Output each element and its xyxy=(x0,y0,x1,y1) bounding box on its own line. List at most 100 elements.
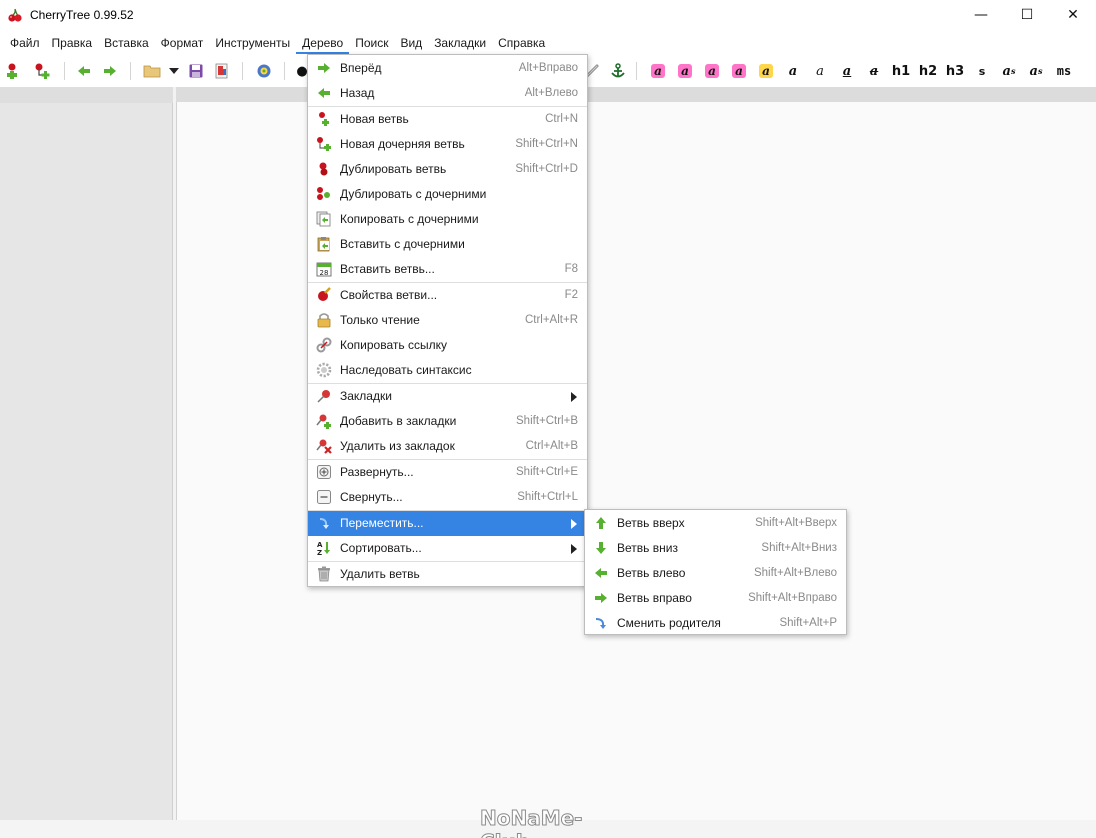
submenu-item-move-right[interactable]: Ветвь вправо Shift+Alt+Вправо xyxy=(585,586,846,611)
node-properties-icon xyxy=(316,287,332,303)
menu-item-shortcut: Alt+Влево xyxy=(524,87,578,99)
menu-item-back[interactable]: Назад Alt+Влево xyxy=(308,81,587,106)
minimize-button[interactable]: — xyxy=(958,0,1004,30)
text-color-button[interactable]: a xyxy=(646,59,670,83)
menu-item-copy-link[interactable]: Копировать ссылку xyxy=(308,333,587,358)
menu-bookmarks[interactable]: Закладки xyxy=(428,32,492,54)
menu-item-expand[interactable]: Развернуть... Shift+Ctrl+E xyxy=(308,460,587,485)
italic-button[interactable]: a xyxy=(808,59,832,83)
arrow-left-icon xyxy=(316,85,332,101)
add-child-node-button[interactable] xyxy=(30,59,54,83)
search-button[interactable] xyxy=(252,59,276,83)
open-file-button[interactable] xyxy=(140,59,164,83)
menu-item-label: Новая дочерняя ветвь xyxy=(340,137,465,151)
menu-item-paste-subtree[interactable]: Вставить с дочерними xyxy=(308,232,587,257)
export-pdf-button[interactable] xyxy=(210,59,234,83)
strikethrough-button[interactable]: a xyxy=(862,59,886,83)
menu-item-shortcut: Shift+Ctrl+D xyxy=(515,163,578,175)
yellow-highlight-button[interactable]: a xyxy=(754,59,778,83)
menu-item-shortcut: F8 xyxy=(564,263,578,275)
duplicate-subtree-icon xyxy=(316,186,332,202)
search-icon xyxy=(257,64,271,78)
menu-item-copy-subtree[interactable]: Копировать с дочерними xyxy=(308,207,587,232)
menu-help[interactable]: Справка xyxy=(492,32,551,54)
close-button[interactable]: ✕ xyxy=(1050,0,1096,30)
sort-az-icon: AZ xyxy=(316,540,332,556)
background-color-button[interactable]: a xyxy=(673,59,697,83)
bookmark-remove-icon xyxy=(316,438,332,454)
heading2-button[interactable]: h2 xyxy=(916,59,940,83)
superscript-label: a xyxy=(1002,63,1011,79)
insert-anchor-button[interactable] xyxy=(606,59,630,83)
menu-item-label: Ветвь вверх xyxy=(617,516,685,530)
menu-tree[interactable]: Дерево xyxy=(296,32,350,54)
bookmark-add-icon xyxy=(316,413,332,429)
move-icon xyxy=(316,515,332,531)
small-color-button[interactable]: a xyxy=(727,59,751,83)
new-child-node-icon xyxy=(316,136,332,152)
menu-item-label: Дублировать ветвь xyxy=(340,162,447,176)
clear-format-icon: a xyxy=(705,64,719,78)
menu-item-label: Ветвь вправо xyxy=(617,591,692,605)
heading3-button[interactable]: h3 xyxy=(943,59,967,83)
menu-item-label: Только чтение xyxy=(340,313,420,327)
remove-formatting-button[interactable]: a xyxy=(700,59,724,83)
arrow-down-icon xyxy=(593,540,609,556)
menu-item-delete-node[interactable]: Удалить ветвь xyxy=(308,562,587,587)
menu-item-inherit-syntax[interactable]: Наследовать синтаксис xyxy=(308,358,587,383)
monospace-button[interactable]: ms xyxy=(1051,59,1077,83)
superscript-button[interactable]: as xyxy=(997,59,1021,83)
submenu-item-move-left[interactable]: Ветвь влево Shift+Alt+Влево xyxy=(585,561,846,586)
copy-subtree-icon xyxy=(316,211,332,227)
menu-item-shortcut: Shift+Alt+Влево xyxy=(753,567,837,579)
menu-search[interactable]: Поиск xyxy=(349,32,394,54)
menu-view[interactable]: Вид xyxy=(394,32,428,54)
menu-item-shortcut: Shift+Alt+Вверх xyxy=(755,517,837,529)
menu-item-shortcut: Shift+Ctrl+B xyxy=(516,415,578,427)
expand-icon xyxy=(316,464,332,480)
add-node-button[interactable] xyxy=(0,59,24,83)
heading1-button[interactable]: h1 xyxy=(889,59,913,83)
menu-item-new-node[interactable]: Новая ветвь Ctrl+N xyxy=(308,107,587,132)
italic-icon: a xyxy=(816,63,824,79)
menu-insert[interactable]: Вставка xyxy=(98,32,155,54)
go-back-button[interactable] xyxy=(72,59,96,83)
arrow-right-icon xyxy=(104,66,116,76)
underline-button[interactable]: a xyxy=(835,59,859,83)
menu-item-read-only[interactable]: Только чтение Ctrl+Alt+R xyxy=(308,308,587,333)
menu-item-new-child-node[interactable]: Новая дочерняя ветвь Shift+Ctrl+N xyxy=(308,132,587,157)
submenu-item-change-parent[interactable]: Сменить родителя Shift+Alt+P xyxy=(585,611,846,636)
menu-item-label: Удалить ветвь xyxy=(340,567,420,581)
menu-item-collapse[interactable]: Свернуть... Shift+Ctrl+L xyxy=(308,485,587,510)
submenu-item-move-down[interactable]: Ветвь вниз Shift+Alt+Вниз xyxy=(585,536,846,561)
menu-item-duplicate-node[interactable]: Дублировать ветвь Shift+Ctrl+D xyxy=(308,157,587,182)
bold-button[interactable]: a xyxy=(781,59,805,83)
menu-edit[interactable]: Правка xyxy=(46,32,99,54)
arrow-left-icon xyxy=(78,66,90,76)
menu-item-add-bookmark[interactable]: Добавить в закладки Shift+Ctrl+B xyxy=(308,409,587,434)
menu-item-duplicate-subtree[interactable]: Дублировать с дочерними xyxy=(308,182,587,207)
svg-text:28: 28 xyxy=(320,269,329,277)
menu-file[interactable]: Файл xyxy=(4,32,46,54)
menu-item-move[interactable]: Переместить... xyxy=(308,511,587,536)
arrow-up-icon xyxy=(593,515,609,531)
menu-item-node-properties[interactable]: Свойства ветви... F2 xyxy=(308,283,587,308)
menu-item-bookmarks[interactable]: Закладки xyxy=(308,384,587,409)
menu-item-forward[interactable]: Вперёд Alt+Вправо xyxy=(308,56,587,81)
menu-format[interactable]: Формат xyxy=(155,32,210,54)
menu-item-label: Ветвь вниз xyxy=(617,541,678,555)
open-recent-dropdown[interactable] xyxy=(162,59,186,83)
subscript-button[interactable]: as xyxy=(1024,59,1048,83)
menu-tools[interactable]: Инструменты xyxy=(209,32,296,54)
go-forward-button[interactable] xyxy=(98,59,122,83)
menu-item-sort[interactable]: AZ Сортировать... xyxy=(308,536,587,561)
tree-view-pane[interactable] xyxy=(0,87,173,820)
menu-item-insert-node[interactable]: 28 Вставить ветвь... F8 xyxy=(308,257,587,282)
menu-item-remove-bookmark[interactable]: Удалить из закладок Ctrl+Alt+B xyxy=(308,434,587,459)
h3-label: h3 xyxy=(945,63,965,79)
small-text-button[interactable]: s xyxy=(970,59,994,83)
submenu-arrow-icon xyxy=(571,392,577,402)
maximize-button[interactable]: ☐ xyxy=(1004,0,1050,30)
save-button[interactable] xyxy=(184,59,208,83)
submenu-item-move-up[interactable]: Ветвь вверх Shift+Alt+Вверх xyxy=(585,511,846,536)
